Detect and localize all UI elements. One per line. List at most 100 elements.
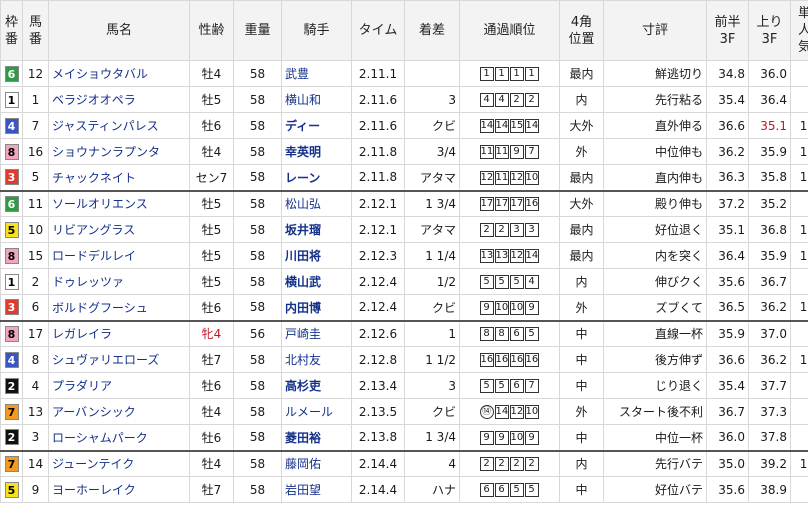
passing-order: 2222 [459, 449, 560, 477]
frame-badge: 7 [4, 403, 19, 420]
corner4-position: 中 [559, 476, 604, 503]
horse-name-link[interactable]: リビアングラス [48, 216, 190, 243]
frame-cell: 1 [0, 86, 23, 113]
jockey-link[interactable]: 幸英明 [281, 138, 352, 165]
popularity: 5 [790, 476, 808, 503]
sex-age: 牡4 [189, 60, 234, 87]
jockey-link[interactable]: 戸崎圭 [281, 319, 352, 347]
horse-name-link[interactable]: ソールオリエンス [48, 189, 190, 217]
first-3f: 35.4 [706, 86, 749, 113]
popularity: 11 [790, 138, 808, 165]
frame-badge: 5 [4, 481, 19, 498]
margin: 1/2 [404, 268, 460, 295]
corner4-position: 大外 [559, 112, 604, 139]
jockey-link[interactable]: 武豊 [281, 60, 352, 87]
horse-name-link[interactable]: ボルドグフーシュ [48, 294, 190, 321]
jockey-link[interactable]: 松山弘 [281, 189, 352, 217]
frame-cell: 7 [0, 398, 23, 425]
jockey-link[interactable]: 北村友 [281, 346, 352, 373]
horse-name-link[interactable]: ジューンテイク [48, 449, 190, 477]
jockey-link[interactable]: 高杉吏 [281, 372, 352, 399]
last-3f: 36.4 [748, 86, 791, 113]
header-time: タイム [351, 0, 405, 61]
margin [404, 60, 460, 87]
jockey-link[interactable]: 内田博 [281, 294, 352, 321]
finish-time: 2.12.6 [351, 319, 405, 347]
finish-time: 2.12.3 [351, 242, 405, 269]
passing-order: 5554 [459, 268, 560, 295]
popularity: 18 [790, 242, 808, 269]
horse-name-link[interactable]: シュヴァリエローズ [48, 346, 190, 373]
horse-name-link[interactable]: プラダリア [48, 372, 190, 399]
passing-position: 9 [524, 300, 539, 315]
finish-time: 2.11.6 [351, 86, 405, 113]
horse-name-link[interactable]: ベラジオオペラ [48, 86, 190, 113]
passing-position: 6 [509, 327, 524, 341]
jockey-link[interactable]: 藤岡佑 [281, 449, 352, 477]
jockey-link[interactable]: 川田将 [281, 242, 352, 269]
horse-name-link[interactable]: ローシャムパーク [48, 424, 190, 451]
corner4-position: 中 [559, 319, 604, 347]
horse-name-link[interactable]: ロードデルレイ [48, 242, 190, 269]
header-sexage: 性齢 [189, 0, 234, 61]
jockey-link[interactable]: ディー [281, 112, 352, 139]
header-uma: 馬番 [22, 0, 49, 61]
passing-position: 2 [509, 457, 524, 471]
corner4-position: 中 [559, 372, 604, 399]
passing-position: 10 [509, 430, 524, 445]
passing-position: 1 [479, 66, 494, 81]
jockey-link[interactable]: ルメール [281, 398, 352, 425]
passing-order: 5567 [459, 372, 560, 399]
horse-name-link[interactable]: ジャスティンパレス [48, 112, 190, 139]
frame-badge: 6 [4, 65, 19, 82]
passing-position: 16 [524, 197, 539, 211]
race-comment: 鮮逃切り [603, 60, 707, 87]
passing-position: 9 [479, 430, 494, 445]
corner4-position: 外 [559, 294, 604, 321]
popularity: 15 [790, 346, 808, 373]
race-comment: じり退く [603, 372, 707, 399]
race-comment: ズブくて [603, 294, 707, 321]
passing-position: 2 [479, 457, 494, 471]
passing-position: 10 [494, 300, 509, 315]
horse-name-link[interactable]: チャックネイト [48, 164, 190, 191]
table-row: 8 16 ショウナンラプンタ 牡4 58 幸英明 2.11.8 3/4 11 11 9 7 外中位伸も 3… [0, 138, 808, 165]
margin: 4 [404, 449, 460, 477]
jockey-link[interactable]: 岩田望 [281, 476, 352, 503]
passing-order: 14 14 15 14 [459, 112, 560, 139]
margin: 1 3/4 [404, 424, 460, 451]
passing-position: 12 [509, 248, 524, 263]
margin: アタマ [404, 216, 460, 243]
jockey-link[interactable]: 横山武 [281, 268, 352, 295]
passing-position: 14 [524, 248, 539, 263]
jockey-link[interactable]: 横山和 [281, 86, 352, 113]
last-3f: 35.9 [748, 242, 791, 269]
passing-order: 9 10 10 9 [459, 294, 560, 321]
race-comment: 直内伸も [603, 164, 707, 191]
horse-name-link[interactable]: メイショウタバル [48, 60, 190, 87]
frame-cell: 8 [0, 242, 23, 269]
horse-name-link[interactable]: ショウナンラプンタ [48, 138, 190, 165]
race-comment: 後方伸ず [603, 346, 707, 373]
margin: 3 [404, 86, 460, 113]
passing-position: 16 [509, 352, 524, 367]
popularity: 4 [790, 268, 808, 295]
horse-name-link[interactable]: ヨーホーレイク [48, 476, 190, 503]
horse-name-link[interactable]: レガレイラ [48, 319, 190, 347]
jockey-link[interactable]: 坂井瑠 [281, 216, 352, 243]
jockey-link[interactable]: レーン [281, 164, 352, 191]
header-name: 馬名 [48, 0, 190, 61]
race-comment: 直線一杯 [603, 319, 707, 347]
last-3f: 36.2 [748, 294, 791, 321]
horse-name-link[interactable]: アーバンシック [48, 398, 190, 425]
popularity: 10 [790, 112, 808, 139]
horse-name-link[interactable]: ドゥレッツァ [48, 268, 190, 295]
frame-cell: 4 [0, 346, 23, 373]
frame-badge: 4 [4, 117, 19, 134]
jockey-link[interactable]: 菱田裕 [281, 424, 352, 451]
passing-position: 6 [479, 482, 494, 497]
passing-position: 12 [509, 404, 524, 419]
carried-weight: 58 [233, 216, 282, 243]
margin: クビ [404, 398, 460, 425]
carried-weight: 58 [233, 112, 282, 139]
